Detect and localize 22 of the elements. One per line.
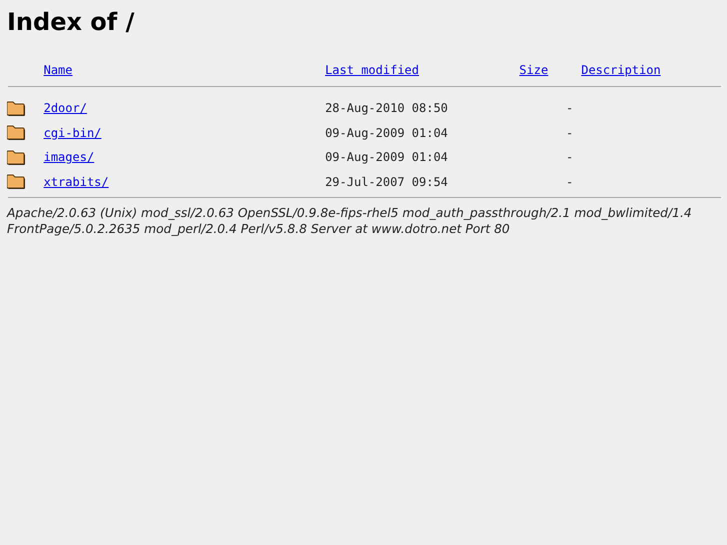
folder-icon bbox=[7, 124, 26, 142]
folder-icon bbox=[7, 173, 26, 190]
column-header-link[interactable]: Name bbox=[44, 63, 72, 77]
folder-link[interactable]: xtrabits/ bbox=[44, 174, 109, 189]
modified-date: 28-Aug-2010 08:50 bbox=[325, 101, 448, 116]
column-header-link[interactable]: Description bbox=[581, 63, 661, 77]
folder-link[interactable]: cgi-bin/ bbox=[44, 126, 102, 140]
folder-icon bbox=[7, 100, 26, 117]
file-size: - bbox=[566, 174, 574, 189]
folder-link[interactable]: images/ bbox=[44, 150, 94, 164]
column-header-link[interactable]: Size bbox=[519, 63, 548, 77]
modified-date: 09-Aug-2009 01:04 bbox=[325, 150, 448, 164]
page-title: Index of / bbox=[7, 8, 136, 36]
file-size: - bbox=[566, 126, 574, 140]
modified-date: 09-Aug-2009 01:04 bbox=[325, 126, 448, 140]
folder-link[interactable]: 2door/ bbox=[44, 101, 87, 116]
file-size: - bbox=[566, 150, 574, 164]
folder-icon bbox=[7, 148, 26, 166]
modified-date: 29-Jul-2007 09:54 bbox=[325, 174, 448, 189]
column-header-link[interactable]: Last modified bbox=[325, 63, 419, 77]
file-size: - bbox=[566, 101, 574, 116]
server-signature: Apache/2.0.63 (Unix) mod_ssl/2.0.63 OpenSSL/0.9.8e-fips-rhel5 mod_auth_passthrough/2.1 mod_bwlimited/1.4 FrontPage/5.0.2.2635 mod_perl/2.0.4 Perl/v5.8.8 Server at www.dotro.net Port 80 bbox=[7, 205, 693, 237]
